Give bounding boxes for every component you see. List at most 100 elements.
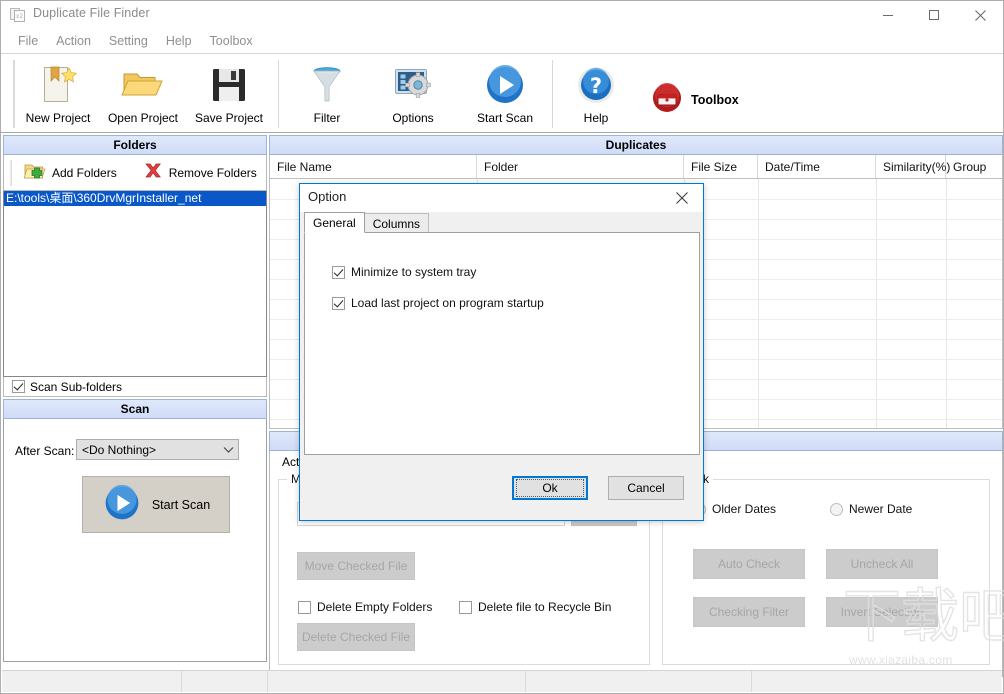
menu-bar: File Action Setting Help Toolbox [1, 29, 1003, 53]
application-window: x2 Duplicate File Finder File Action Set… [0, 0, 1004, 694]
toolbar-button-new-project[interactable]: New Project [23, 58, 93, 130]
chevron-down-icon [218, 446, 238, 454]
column-header-folder[interactable]: Folder [477, 155, 684, 178]
menu-item-setting[interactable]: Setting [100, 32, 157, 50]
title-bar: x2 Duplicate File Finder [1, 1, 1003, 29]
folders-list[interactable]: E:\tools\桌面\360DrvMgrInstaller_net [3, 191, 267, 377]
save-project-icon [209, 62, 249, 108]
toolbar-label-toolbox: Toolbox [691, 93, 739, 107]
toolbar-button-help[interactable]: ? Help [571, 58, 621, 130]
older-dates-row[interactable]: Older Dates [693, 502, 776, 516]
minimize-to-tray-row[interactable]: Minimize to system tray [332, 265, 476, 279]
minimize-button[interactable] [865, 1, 911, 29]
option-dialog-footer: Ok Cancel [300, 458, 703, 520]
new-project-icon [38, 62, 78, 108]
uncheck-all-button[interactable]: Uncheck All [826, 549, 938, 579]
start-scan-button[interactable]: Start Scan [82, 476, 230, 533]
close-icon [974, 9, 987, 22]
scan-subfolders-checkbox[interactable] [12, 380, 25, 393]
left-panel: Folders Add Folders [3, 135, 267, 671]
close-icon [675, 191, 689, 205]
newer-date-row[interactable]: Newer Date [830, 502, 912, 516]
cancel-button-label: Cancel [627, 481, 664, 495]
scan-subfolders-row[interactable]: Scan Sub-folders [3, 377, 267, 397]
toolbar-label-save-project: Save Project [195, 111, 263, 125]
checking-filter-label: Checking Filter [709, 605, 789, 619]
after-scan-label: After Scan: [15, 444, 74, 458]
toolbar-button-start-scan[interactable]: Start Scan [471, 58, 539, 130]
invert-selection-label: Invert Selection [841, 605, 924, 619]
column-header-file-size[interactable]: File Size [684, 155, 758, 178]
check-group: Check Older Dates Newer Date Auto Check … [662, 479, 990, 665]
option-dialog-close-button[interactable] [661, 184, 703, 212]
menu-item-toolbox[interactable]: Toolbox [201, 32, 262, 50]
options-icon [392, 62, 434, 108]
move-checked-file-label: Move Checked File [305, 559, 408, 573]
status-segment-4 [526, 671, 752, 692]
menu-item-file[interactable]: File [9, 32, 47, 50]
column-header-date-time[interactable]: Date/Time [758, 155, 876, 178]
tab-general[interactable]: General [304, 212, 365, 233]
invert-selection-button[interactable]: Invert Selection [826, 597, 938, 627]
status-segment-1 [2, 671, 182, 692]
minimize-to-tray-checkbox[interactable] [332, 266, 345, 279]
help-icon: ? [575, 62, 617, 108]
remove-folders-button[interactable]: Remove Folders [135, 159, 265, 186]
cancel-button[interactable]: Cancel [608, 476, 684, 500]
status-segment-5 [752, 671, 1002, 692]
maximize-icon [928, 9, 940, 21]
move-checked-file-button[interactable]: Move Checked File [297, 552, 415, 580]
auto-check-button[interactable]: Auto Check [693, 549, 805, 579]
app-icon: x2 [10, 7, 26, 23]
folders-toolbar: Add Folders Remove Folders [3, 155, 267, 191]
delete-to-recycle-row[interactable]: Delete file to Recycle Bin [459, 600, 611, 614]
newer-date-label: Newer Date [849, 502, 912, 516]
delete-checked-file-button[interactable]: Delete Checked File [297, 623, 415, 651]
start-scan-icon [483, 62, 527, 108]
column-header-similarity[interactable]: Similarity(%) [876, 155, 946, 178]
toolbar-button-filter[interactable]: Filter [297, 58, 357, 130]
checking-filter-button[interactable]: Checking Filter [693, 597, 805, 627]
svg-text:x2: x2 [16, 13, 24, 20]
status-segment-3 [268, 671, 526, 692]
menu-item-action[interactable]: Action [47, 32, 100, 50]
option-dialog-title: Option [308, 189, 346, 204]
toolbar-label-options: Options [392, 111, 433, 125]
ok-button[interactable]: Ok [512, 476, 588, 500]
ok-button-label: Ok [516, 479, 584, 497]
toolbar-button-toolbox[interactable]: Toolbox [651, 82, 739, 117]
delete-empty-folders-row[interactable]: Delete Empty Folders [298, 600, 432, 614]
folders-list-item[interactable]: E:\tools\桌面\360DrvMgrInstaller_net [4, 191, 266, 206]
newer-date-radio[interactable] [830, 503, 843, 516]
load-last-project-row[interactable]: Load last project on program startup [332, 296, 544, 310]
after-scan-select[interactable]: <Do Nothing> [76, 439, 239, 460]
toolbar: New Project Open Project S [1, 53, 1003, 133]
auto-check-label: Auto Check [718, 557, 780, 571]
tab-columns[interactable]: Columns [364, 213, 429, 233]
toolbar-label-new-project: New Project [26, 111, 91, 125]
status-segment-2 [182, 671, 268, 692]
column-header-file-name[interactable]: File Name [270, 155, 477, 178]
toolbox-icon [651, 82, 683, 117]
delete-empty-folders-checkbox[interactable] [298, 601, 311, 614]
close-button[interactable] [957, 1, 1003, 29]
toolbar-button-open-project[interactable]: Open Project [105, 58, 181, 130]
menu-item-help[interactable]: Help [157, 32, 201, 50]
minimize-to-tray-label: Minimize to system tray [351, 265, 476, 279]
scan-panel-title: Scan [121, 402, 150, 416]
start-scan-button-label: Start Scan [152, 498, 210, 512]
column-header-group[interactable]: Group [946, 155, 1002, 178]
toolbar-button-options[interactable]: Options [381, 58, 445, 130]
add-folder-icon [24, 161, 46, 184]
folders-panel-header: Folders [3, 135, 267, 155]
maximize-button[interactable] [911, 1, 957, 29]
svg-text:?: ? [590, 74, 602, 98]
add-folders-button[interactable]: Add Folders [16, 159, 125, 186]
scan-panel-header: Scan [3, 399, 267, 419]
load-last-project-checkbox[interactable] [332, 297, 345, 310]
toolbar-button-save-project[interactable]: Save Project [191, 58, 267, 130]
delete-to-recycle-checkbox[interactable] [459, 601, 472, 614]
folders-panel-title: Folders [113, 138, 156, 152]
start-scan-icon [102, 483, 142, 526]
minimize-icon [882, 9, 894, 21]
